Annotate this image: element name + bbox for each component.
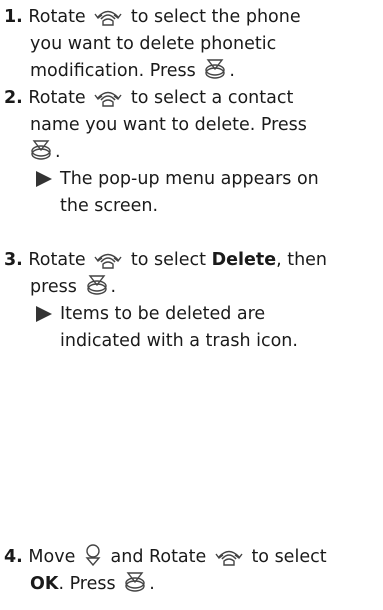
step-1-line-3: modification. Press .	[30, 58, 235, 85]
enter-button-icon	[86, 274, 108, 296]
step-text: to select	[251, 547, 327, 567]
period: .	[229, 61, 235, 81]
rotate-knob-icon	[94, 87, 122, 107]
ok-option-label: OK	[30, 574, 59, 594]
enter-button-icon	[30, 139, 52, 161]
rotate-knob-icon	[94, 249, 122, 269]
period: .	[110, 277, 117, 297]
step-text: to select a contact	[130, 88, 294, 108]
step-2-result-line-2: the screen.	[60, 196, 159, 216]
step-text: , then	[276, 250, 328, 270]
step-3-line-1: 3. Rotate to select Delete, then	[4, 247, 327, 274]
step-text: to select the phone	[130, 7, 301, 27]
step-text: Rotate	[28, 7, 86, 27]
step-2-line-2: name you want to delete. Press	[30, 115, 307, 135]
step-text: modification. Press	[30, 61, 196, 81]
step-text: to select	[130, 250, 206, 270]
step-number: 3.	[4, 250, 23, 270]
enter-button-icon	[124, 571, 146, 593]
step-4-line-1: 4. Move and Rotate to select	[4, 544, 327, 571]
step-4-line-2: OK. Press .	[30, 571, 155, 598]
step-3-line-2: press .	[30, 274, 116, 301]
period: .	[55, 142, 61, 162]
delete-option-label: Delete	[211, 250, 277, 270]
result-arrow-icon	[36, 306, 52, 322]
step-number: 2.	[4, 88, 23, 108]
result-arrow-icon	[36, 171, 52, 187]
step-2-line-3: .	[30, 139, 61, 166]
period: .	[149, 574, 155, 594]
step-text: Rotate	[28, 88, 86, 108]
step-3-result-line-2: indicated with a trash icon.	[60, 331, 298, 351]
rotate-knob-icon	[215, 546, 243, 566]
step-1-line-1: 1. Rotate to select the phone	[4, 4, 301, 31]
move-joystick-icon	[84, 544, 102, 566]
step-text: . Press	[58, 574, 116, 594]
step-3-result-line-1: Items to be deleted are	[60, 304, 266, 324]
step-text: press	[30, 277, 77, 297]
step-text: Move	[28, 547, 76, 567]
enter-button-icon	[204, 58, 226, 80]
rotate-knob-icon	[94, 6, 122, 26]
step-1-line-2: you want to delete phonetic	[30, 34, 277, 54]
step-number: 1.	[4, 7, 23, 27]
step-2-line-1: 2. Rotate to select a contact	[4, 85, 293, 112]
step-2-result-line-1: The pop-up menu appears on	[60, 169, 319, 189]
step-text: and Rotate	[110, 547, 207, 567]
step-text: Rotate	[28, 250, 86, 270]
step-number: 4.	[4, 547, 23, 567]
